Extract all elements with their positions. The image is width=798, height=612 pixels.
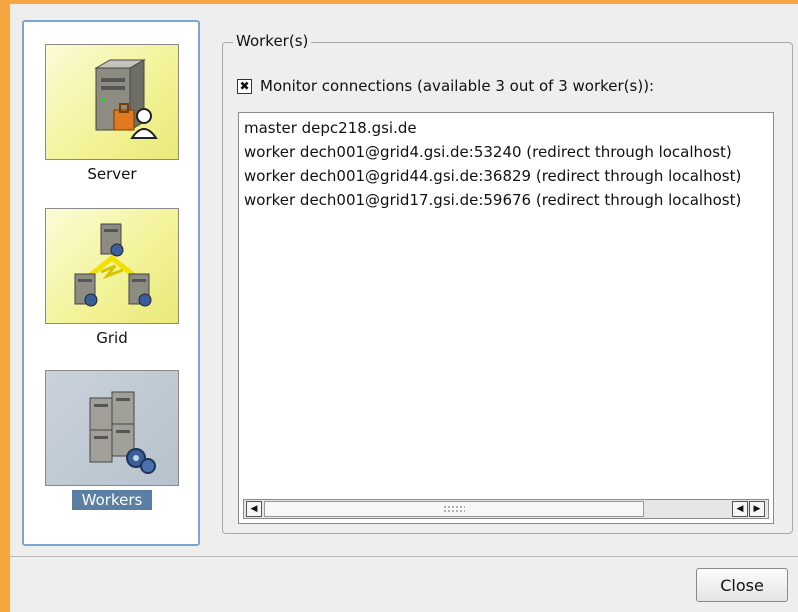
scroll-left-button[interactable]: ◀ (246, 501, 262, 517)
grid-network-icon (74, 223, 152, 307)
grip-icon (443, 505, 465, 513)
scroll-right-button[interactable]: ▶ (749, 501, 765, 517)
nav-tile-workers (45, 370, 179, 486)
horizontal-scrollbar[interactable]: ◀ ◀ ▶ (243, 499, 769, 519)
footer-divider (10, 556, 798, 557)
dialog-window: Server Grid Workers Worker(s) ✖ Monitor … (10, 4, 798, 612)
nav-label-grid: Grid (96, 329, 128, 347)
nav-label-server: Server (87, 165, 137, 183)
close-button[interactable]: Close (696, 568, 788, 602)
list-item-worker-3[interactable]: worker dech001@grid17.gsi.de:59676 (redi… (244, 188, 773, 212)
arrow-right-icon: ▶ (753, 504, 761, 514)
arrow-left-icon: ◀ (250, 504, 258, 514)
monitor-connections-checkbox[interactable]: ✖ (237, 78, 252, 94)
worker-list-items: master depc218.gsi.de worker dech001@gri… (244, 116, 773, 212)
monitor-connections-label: Monitor connections (available 3 out of … (260, 77, 655, 95)
list-item-master[interactable]: master depc218.gsi.de (244, 116, 773, 140)
scroll-left-button-2[interactable]: ◀ (732, 501, 748, 517)
arrow-left-icon: ◀ (736, 504, 744, 514)
nav-item-workers[interactable]: Workers (45, 370, 179, 510)
workers-cluster-icon (89, 391, 156, 474)
nav-tile-server (45, 44, 179, 160)
server-icon (94, 59, 158, 139)
groupbox-title: Worker(s) (233, 32, 312, 50)
navigation-panel: Server Grid Workers (22, 20, 200, 546)
nav-item-server[interactable]: Server (45, 44, 179, 184)
nav-item-grid[interactable]: Grid (45, 208, 179, 348)
nav-tile-grid (45, 208, 179, 324)
scrollbar-thumb[interactable] (264, 501, 644, 517)
nav-label-workers: Workers (71, 490, 153, 510)
worker-list[interactable]: master depc218.gsi.de worker dech001@gri… (238, 112, 774, 524)
list-item-worker-2[interactable]: worker dech001@grid44.gsi.de:36829 (redi… (244, 164, 773, 188)
monitor-connections-row: ✖ Monitor connections (available 3 out o… (237, 77, 654, 95)
workers-groupbox: Worker(s) ✖ Monitor connections (availab… (222, 32, 793, 534)
list-item-worker-1[interactable]: worker dech001@grid4.gsi.de:53240 (redir… (244, 140, 773, 164)
